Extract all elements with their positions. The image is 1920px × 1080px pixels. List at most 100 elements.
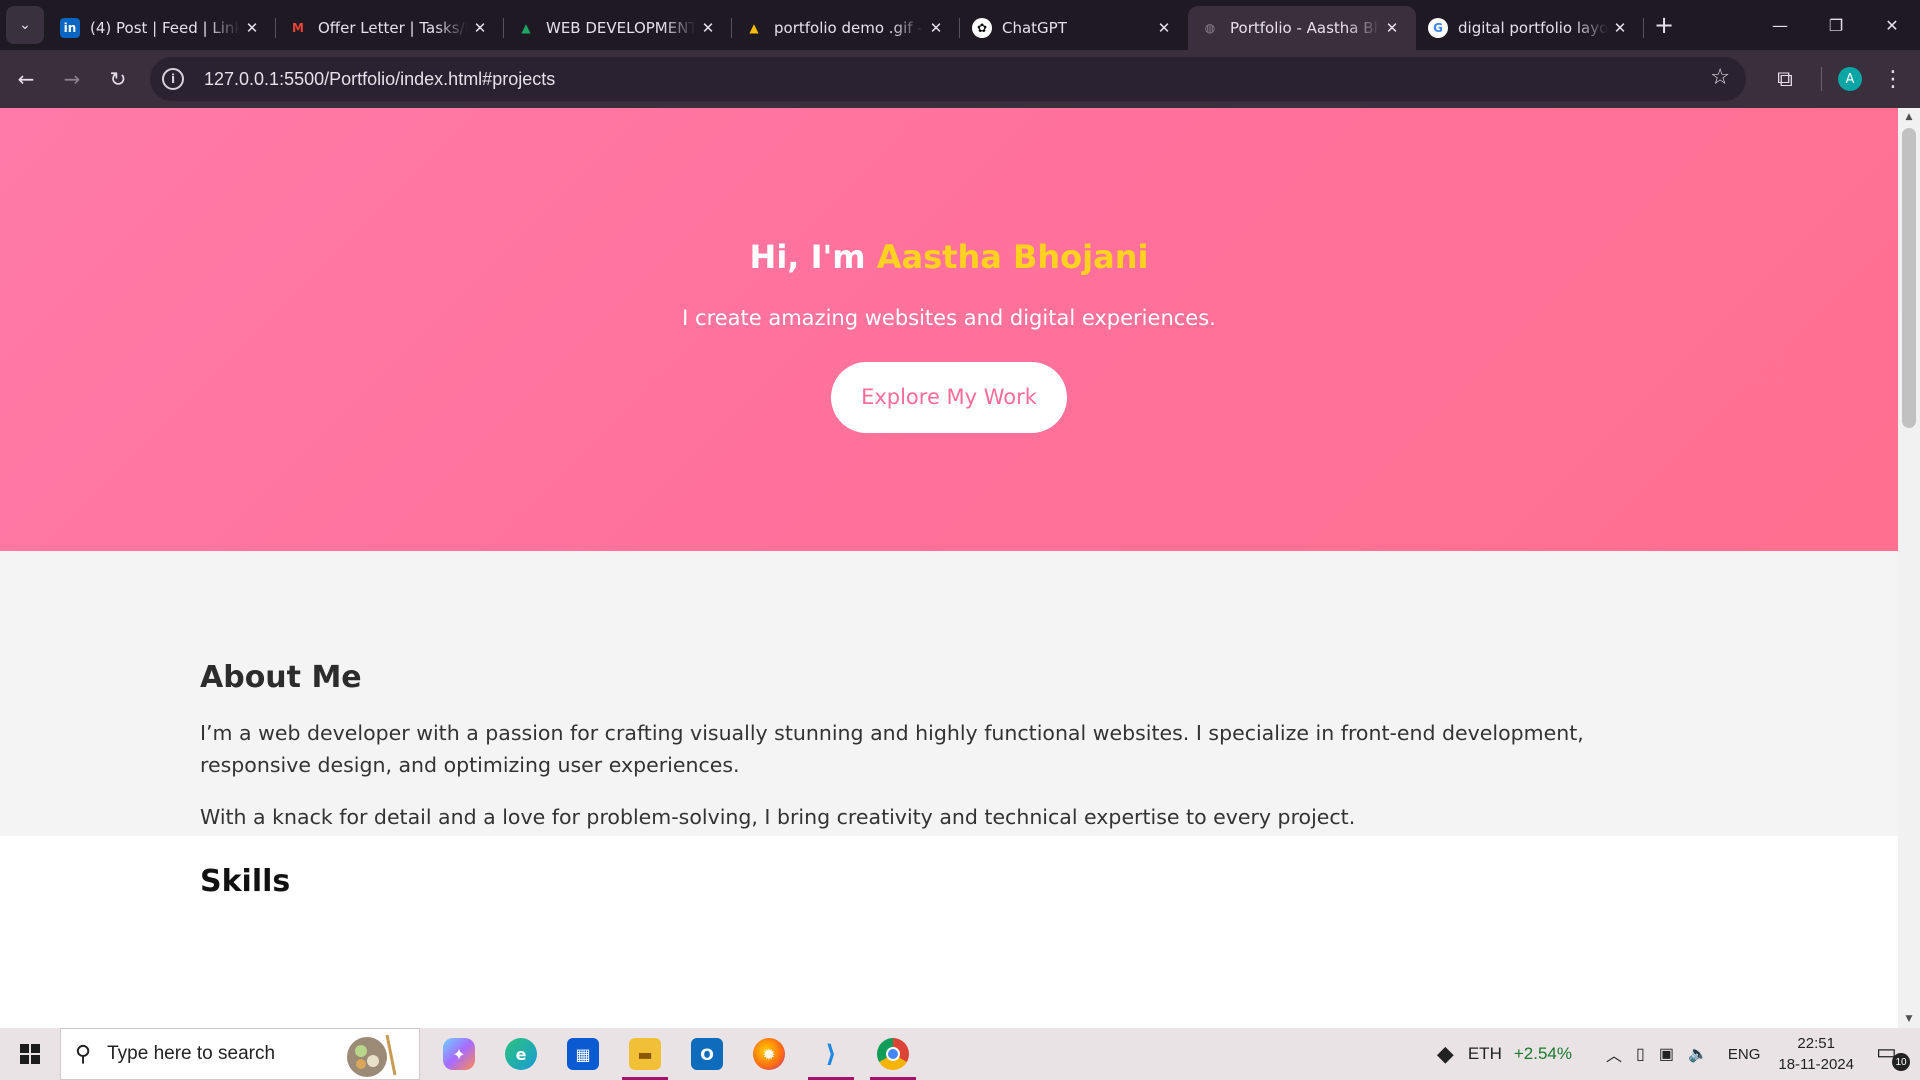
copilot-icon[interactable]: ✦ xyxy=(428,1028,490,1080)
explore-work-button[interactable]: Explore My Work xyxy=(831,362,1067,433)
extensions-puzzle-icon[interactable]: ⧉ xyxy=(1763,57,1807,101)
file-explorer-icon[interactable]: ▬ xyxy=(614,1028,676,1080)
close-icon[interactable]: ✕ xyxy=(1380,16,1404,40)
system-tray: ◆ ETH +2.54% ︿ ▯ ▣ 🔈 ENG 22:51 18-11-202… xyxy=(1437,1028,1920,1080)
clock[interactable]: 22:51 18-11-2024 xyxy=(1778,1033,1854,1075)
bookmark-star-icon[interactable]: ☆ xyxy=(1710,65,1730,90)
clock-time: 22:51 xyxy=(1797,1035,1835,1052)
tab-gmail[interactable]: M Offer Letter | Tasks/Pr ✕ xyxy=(276,6,504,50)
taskbar-search-box[interactable]: ⚲ Type here to search xyxy=(60,1028,420,1080)
tab-drive-portfolio-demo[interactable]: ▲ portfolio demo .gif - ✕ xyxy=(732,6,960,50)
chatgpt-icon: ✿ xyxy=(972,18,992,38)
crypto-change: +2.54% xyxy=(1513,1044,1572,1063)
device-icon[interactable]: ▯ xyxy=(1636,1044,1645,1064)
vscode-icon[interactable]: ⟩ xyxy=(800,1028,862,1080)
close-icon[interactable]: ✕ xyxy=(1608,16,1632,40)
notifications-icon[interactable]: ▭ 10 xyxy=(1876,1039,1910,1071)
scroll-down-arrow-icon[interactable]: ▼ xyxy=(1898,1010,1920,1028)
close-icon[interactable]: ✕ xyxy=(924,16,948,40)
tab-title: WEB DEVELOPMENT xyxy=(546,19,696,37)
google-drive-icon: ▲ xyxy=(749,21,759,35)
show-hidden-icons-chevron-icon[interactable]: ︿ xyxy=(1606,1042,1622,1066)
tab-title: Offer Letter | Tasks/Pr xyxy=(318,19,468,37)
minimize-icon[interactable]: — xyxy=(1752,0,1808,50)
copilot-icon-glyph: ✦ xyxy=(443,1038,475,1070)
close-icon[interactable]: ✕ xyxy=(696,16,720,40)
site-info-icon[interactable]: i xyxy=(162,68,184,90)
chrome-icon-glyph xyxy=(877,1038,909,1070)
close-icon[interactable]: ✕ xyxy=(240,16,264,40)
about-heading: About Me xyxy=(200,660,362,695)
more-menu-icon[interactable]: ⋮ xyxy=(1882,67,1904,92)
vscode-icon-glyph: ⟩ xyxy=(815,1038,847,1070)
about-paragraph: I’m a web developer with a passion for c… xyxy=(200,721,1584,777)
globe-icon: ◍ xyxy=(1204,21,1216,35)
skills-heading: Skills xyxy=(200,864,291,899)
tab-title: digital portfolio layout xyxy=(1458,19,1608,37)
folder-icon-glyph: ▬ xyxy=(629,1038,661,1070)
gmail-icon: M xyxy=(292,21,304,35)
close-icon[interactable]: ✕ xyxy=(1152,16,1176,40)
scrollbar-thumb[interactable] xyxy=(1902,128,1916,428)
tab-title: Portfolio - Aastha Bhojani xyxy=(1230,19,1380,37)
tab-chatgpt[interactable]: ✿ ChatGPT ✕ xyxy=(960,6,1188,50)
tab-title: (4) Post | Feed | LinkedIn xyxy=(90,19,240,37)
reload-icon[interactable]: ↻ xyxy=(98,59,138,99)
tab-linkedin[interactable]: in (4) Post | Feed | LinkedIn ✕ xyxy=(48,6,276,50)
ethereum-icon: ◆ xyxy=(1436,1041,1454,1066)
store-icon-glyph: ▦ xyxy=(567,1038,599,1070)
tab-list: in (4) Post | Feed | LinkedIn ✕ M Offer … xyxy=(48,0,1644,50)
outlook-icon-glyph: O xyxy=(691,1038,723,1070)
browser-toolbar: ← → ↻ i 127.0.0.1:5500/Portfolio/index.h… xyxy=(0,50,1920,108)
google-icon: G xyxy=(1428,18,1448,38)
search-placeholder: Type here to search xyxy=(107,1043,276,1064)
tab-google-search[interactable]: G digital portfolio layout ✕ xyxy=(1416,6,1644,50)
tab-drive-web-development[interactable]: ▲ WEB DEVELOPMENT ✕ xyxy=(504,6,732,50)
back-arrow-icon[interactable]: ← xyxy=(6,59,46,99)
crypto-symbol: ETH xyxy=(1467,1044,1502,1063)
tab-title: ChatGPT xyxy=(1002,19,1067,37)
start-button[interactable] xyxy=(0,1028,60,1080)
restore-icon[interactable]: ❐ xyxy=(1808,0,1864,50)
tab-search-button[interactable]: ⌄ xyxy=(6,6,44,44)
page-viewport: Hi, I'm Aastha Bhojani I create amazing … xyxy=(0,108,1898,1028)
firefox-icon-glyph: ✹ xyxy=(753,1038,785,1070)
new-tab-button[interactable]: + xyxy=(1644,5,1684,45)
about-paragraph: With a knack for detail and a love for p… xyxy=(200,805,1356,829)
windows-logo-icon xyxy=(20,1044,40,1064)
firefox-icon[interactable]: ✹ xyxy=(738,1028,800,1080)
close-icon[interactable]: ✕ xyxy=(468,16,492,40)
url-text[interactable]: 127.0.0.1:5500/Portfolio/index.html#proj… xyxy=(204,69,555,90)
input-language[interactable]: ENG xyxy=(1728,1046,1761,1063)
volume-icon[interactable]: 🔈 xyxy=(1688,1044,1708,1064)
google-drive-icon: ▲ xyxy=(521,21,531,35)
browser-tab-strip: ⌄ in (4) Post | Feed | LinkedIn ✕ M Offe… xyxy=(0,0,1920,50)
chrome-icon[interactable] xyxy=(862,1028,924,1080)
toolbar-actions: ⧉ A ⋮ xyxy=(1763,50,1920,108)
hero-section: Hi, I'm Aastha Bhojani I create amazing … xyxy=(0,108,1898,551)
address-bar[interactable]: i 127.0.0.1:5500/Portfolio/index.html#pr… xyxy=(150,57,1746,101)
edge-icon-glyph: e xyxy=(505,1038,537,1070)
hero-tagline: I create amazing websites and digital ex… xyxy=(682,306,1216,330)
notification-count-badge: 10 xyxy=(1892,1053,1910,1071)
toolbar-divider xyxy=(1821,67,1822,91)
close-window-icon[interactable]: ✕ xyxy=(1864,0,1920,50)
search-highlight-illustration xyxy=(347,1034,397,1077)
profile-avatar[interactable]: A xyxy=(1838,67,1862,91)
search-icon: ⚲ xyxy=(75,1041,92,1067)
outlook-icon[interactable]: O xyxy=(676,1028,738,1080)
linkedin-icon: in xyxy=(60,18,80,38)
clock-date: 18-11-2024 xyxy=(1778,1056,1854,1073)
network-icon[interactable]: ▣ xyxy=(1659,1044,1674,1064)
hero-heading: Hi, I'm Aastha Bhojani xyxy=(0,108,1898,276)
crypto-ticker-widget[interactable]: ◆ ETH +2.54% xyxy=(1437,1041,1572,1067)
tab-title: portfolio demo .gif - xyxy=(774,19,923,37)
microsoft-store-icon[interactable]: ▦ xyxy=(552,1028,614,1080)
scroll-up-arrow-icon[interactable]: ▲ xyxy=(1898,108,1920,126)
page-scrollbar[interactable]: ▲ ▼ xyxy=(1898,108,1920,1028)
edge-icon[interactable]: e xyxy=(490,1028,552,1080)
skills-section: Skills xyxy=(0,836,1898,1028)
tab-portfolio-active[interactable]: ◍ Portfolio - Aastha Bhojani ✕ xyxy=(1188,6,1416,50)
hero-greeting: Hi, I'm xyxy=(749,238,877,276)
forward-arrow-icon[interactable]: → xyxy=(52,59,92,99)
